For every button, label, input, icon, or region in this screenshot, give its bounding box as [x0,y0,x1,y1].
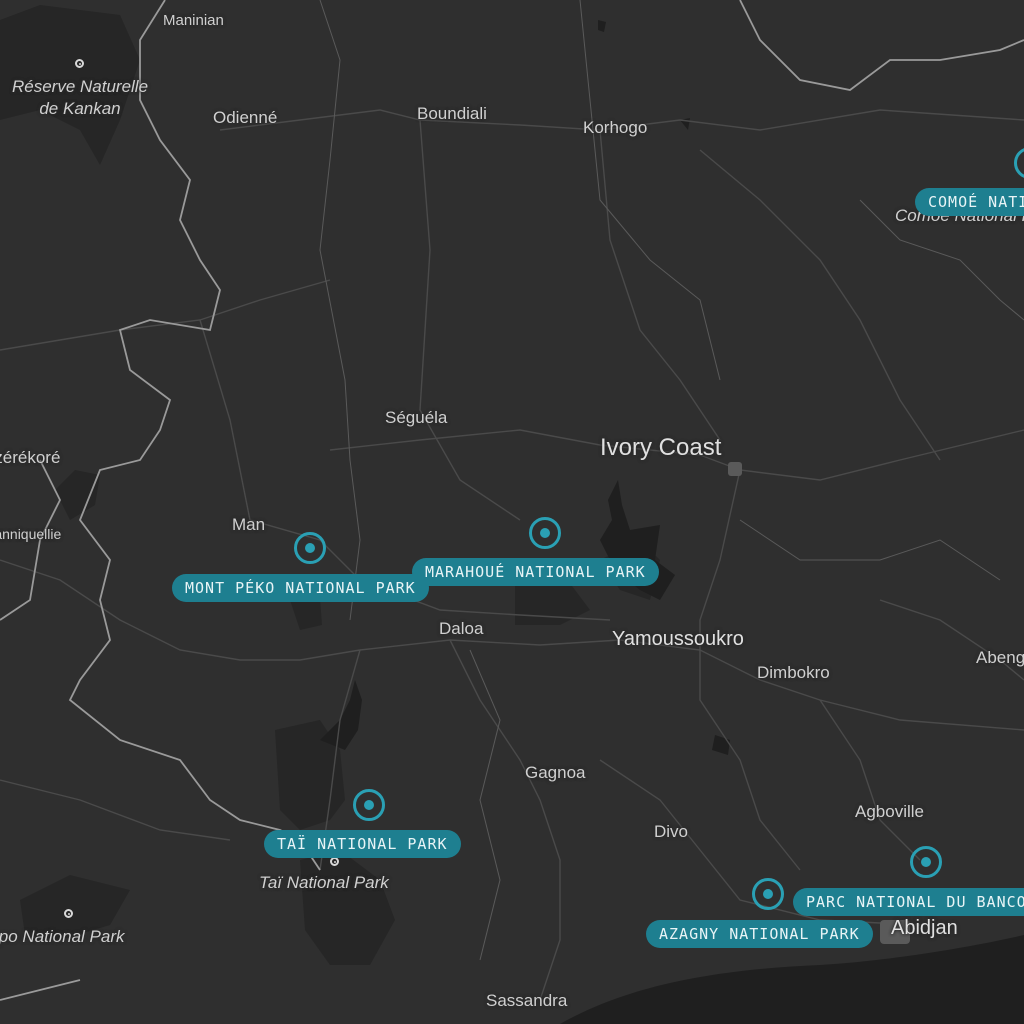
place-sapo-park: Sapo National Park [0,927,125,946]
place-daloa: Daloa [439,619,484,638]
park-label-banco[interactable]: PARC NATIONAL DU BANCO [793,888,1024,916]
sapo-park-poi [64,909,73,918]
place-korhogo: Korhogo [583,118,648,137]
map-canvas[interactable]: Maninian Réserve Naturelle de Kankan Odi… [0,0,1024,1024]
park-marker-banco[interactable] [910,846,942,878]
roads [0,109,1024,1001]
place-yamoussoukro: Yamoussoukro [612,628,744,650]
park-marker-azagny[interactable] [752,878,784,910]
place-seguela: Séguéla [385,408,448,427]
place-boundiali: Boundiali [417,104,487,123]
place-maninian: Maninian [163,12,224,29]
park-marker-mont-peko[interactable] [294,532,326,564]
park-label-comoe[interactable]: COMOÉ NATIONAL PARK [915,188,1024,216]
city-areas [728,462,910,944]
place-man: Man [232,515,266,534]
place-abidjan: Abidjan [891,917,958,939]
kankan-reserve-poi [75,59,84,68]
place-gagnoa: Gagnoa [525,763,586,782]
ocean [560,935,1024,1024]
base-map [0,0,1024,1024]
park-marker-tai[interactable] [353,789,385,821]
country-label: Ivory Coast [600,434,722,461]
park-label-tai[interactable]: TAÏ NATIONAL PARK [264,830,461,858]
place-nzerekore: Nzérékoré [0,448,61,467]
place-agboville: Agboville [855,802,924,821]
tai-park-poi [330,857,339,866]
place-sassandra: Sassandra [486,991,568,1010]
borders [0,0,1024,1001]
place-divo: Divo [654,822,689,841]
place-abengourou: Abengourou [976,648,1024,667]
place-sanniquellie: Sanniquellie [0,526,62,542]
park-label-marahoue[interactable]: MARAHOUÉ NATIONAL PARK [412,558,659,586]
place-tai-park: Taï National Park [259,873,389,892]
place-dimbokro: Dimbokro [757,663,830,682]
place-kankan-reserve: Réserve Naturelle de Kankan [11,77,149,118]
place-odienne: Odienné [213,108,278,127]
park-marker-marahoue[interactable] [529,517,561,549]
park-label-azagny[interactable]: AZAGNY NATIONAL PARK [646,920,873,948]
park-label-mont-peko[interactable]: MONT PÉKO NATIONAL PARK [172,574,429,602]
protected-areas [0,5,660,965]
